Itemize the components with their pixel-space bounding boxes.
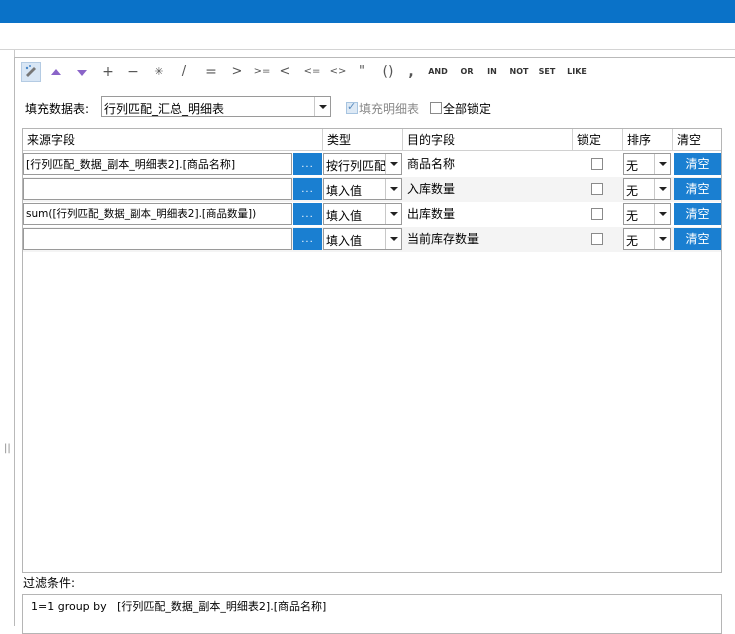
field-mapping-grid: 来源字段 类型 目的字段 锁定 排序 清空 [行列匹配_数据_副本_明细表2].…	[22, 128, 722, 573]
in-button[interactable]: IN	[484, 62, 500, 82]
sort-select[interactable]: 无	[623, 153, 671, 175]
source-picker-button[interactable]: ...	[293, 203, 322, 225]
comma-button[interactable]: ,	[405, 62, 417, 82]
fill-table-label: 填充数据表:	[25, 102, 90, 116]
chevron-down-icon[interactable]	[385, 229, 401, 249]
sub-toolbar-area	[0, 23, 735, 50]
target-field: 商品名称	[407, 157, 456, 171]
greater-equal-button[interactable]: >=	[252, 62, 272, 82]
plus-operator-button[interactable]: +	[101, 62, 115, 82]
equals-operator-button[interactable]: =	[204, 62, 218, 82]
fill-detail-label: 填充明细表	[359, 102, 420, 116]
sort-value: 无	[626, 159, 639, 173]
source-field-input[interactable]: sum([行列匹配_数据_副本_明细表2].[商品数量])	[23, 203, 292, 225]
type-select[interactable]: 填入值	[323, 203, 402, 225]
window-titlebar	[0, 0, 735, 23]
table-row: ... 填入值 入库数量 无 清空	[23, 177, 721, 202]
left-side-panel: ||	[0, 50, 15, 625]
less-than-button[interactable]: <	[278, 62, 292, 82]
clear-button[interactable]: 清空	[674, 203, 721, 225]
type-select[interactable]: 按行列匹配	[323, 153, 402, 175]
sort-value: 无	[626, 234, 639, 248]
chevron-down-icon[interactable]	[654, 204, 670, 224]
source-field-input[interactable]: [行列匹配_数据_副本_明细表2].[商品名称]	[23, 153, 292, 175]
header-source: 来源字段	[23, 129, 323, 151]
chevron-down-icon[interactable]	[314, 97, 330, 116]
header-clear: 清空	[673, 129, 721, 151]
or-button[interactable]: OR	[457, 62, 477, 82]
fill-table-select[interactable]: 行列匹配_汇总_明细表	[101, 96, 331, 117]
fill-table-value: 行列匹配_汇总_明细表	[104, 102, 225, 116]
header-sort: 排序	[623, 129, 673, 151]
source-picker-button[interactable]: ...	[293, 178, 322, 200]
filter-condition-input[interactable]: 1=1 group by [行列匹配_数据_副本_明细表2].[商品名称]	[22, 594, 722, 634]
not-equal-button[interactable]: <>	[327, 62, 349, 82]
clear-button[interactable]: 清空	[674, 228, 721, 250]
source-field-input[interactable]	[23, 228, 292, 250]
splitter-handle[interactable]: ||	[4, 443, 11, 454]
source-field-input[interactable]	[23, 178, 292, 200]
target-field: 出库数量	[407, 207, 456, 221]
chevron-down-icon[interactable]	[385, 154, 401, 174]
multiply-operator-button[interactable]: ✳	[152, 62, 166, 82]
sort-value: 无	[626, 209, 639, 223]
type-select[interactable]: 填入值	[323, 178, 402, 200]
clear-button[interactable]: 清空	[674, 153, 721, 175]
greater-than-button[interactable]: >	[230, 62, 244, 82]
header-type: 类型	[323, 129, 403, 151]
move-down-icon[interactable]	[75, 62, 89, 82]
sort-select[interactable]: 无	[623, 203, 671, 225]
parentheses-button[interactable]: ()	[379, 62, 397, 82]
target-field: 入库数量	[407, 182, 456, 196]
table-row: ... 填入值 当前库存数量 无 清空	[23, 227, 721, 252]
and-button[interactable]: AND	[425, 62, 451, 82]
type-value: 按行列匹配	[326, 159, 387, 173]
table-row: sum([行列匹配_数据_副本_明细表2].[商品数量]) ... 填入值 出库…	[23, 202, 721, 227]
chevron-down-icon[interactable]	[654, 229, 670, 249]
filter-label: 过滤条件:	[23, 576, 76, 590]
move-up-icon[interactable]	[49, 62, 63, 82]
type-select[interactable]: 填入值	[323, 228, 402, 250]
target-field: 当前库存数量	[407, 232, 480, 246]
type-value: 填入值	[326, 184, 363, 198]
source-picker-button[interactable]: ...	[293, 153, 322, 175]
lock-all-label: 全部锁定	[443, 102, 492, 116]
type-value: 填入值	[326, 234, 363, 248]
source-picker-button[interactable]: ...	[293, 228, 322, 250]
chevron-down-icon[interactable]	[385, 179, 401, 199]
chevron-down-icon[interactable]	[654, 154, 670, 174]
sort-value: 无	[626, 184, 639, 198]
divide-operator-button[interactable]: /	[177, 62, 191, 82]
field-mapping-panel: + − ✳ / = > >= < <= <> " () , AND OR IN …	[14, 57, 735, 634]
type-value: 填入值	[326, 209, 363, 223]
edit-icon[interactable]	[21, 62, 41, 82]
lock-checkbox[interactable]	[591, 208, 603, 220]
table-row: [行列匹配_数据_副本_明细表2].[商品名称] ... 按行列匹配 商品名称 …	[23, 152, 721, 177]
clear-button[interactable]: 清空	[674, 178, 721, 200]
lock-checkbox[interactable]	[591, 183, 603, 195]
like-button[interactable]: LIKE	[564, 62, 590, 82]
set-button[interactable]: SET	[535, 62, 559, 82]
minus-operator-button[interactable]: −	[126, 62, 140, 82]
chevron-down-icon[interactable]	[385, 204, 401, 224]
lock-all-checkbox[interactable]	[430, 102, 442, 114]
header-lock: 锁定	[573, 129, 623, 151]
lock-checkbox[interactable]	[591, 233, 603, 245]
sort-select[interactable]: 无	[623, 178, 671, 200]
header-target: 目的字段	[403, 129, 573, 151]
not-button[interactable]: NOT	[507, 62, 531, 82]
fill-detail-checkbox[interactable]	[346, 100, 358, 114]
lock-checkbox[interactable]	[591, 158, 603, 170]
less-equal-button[interactable]: <=	[302, 62, 322, 82]
chevron-down-icon[interactable]	[654, 179, 670, 199]
quote-button[interactable]: "	[355, 62, 369, 82]
sort-select[interactable]: 无	[623, 228, 671, 250]
